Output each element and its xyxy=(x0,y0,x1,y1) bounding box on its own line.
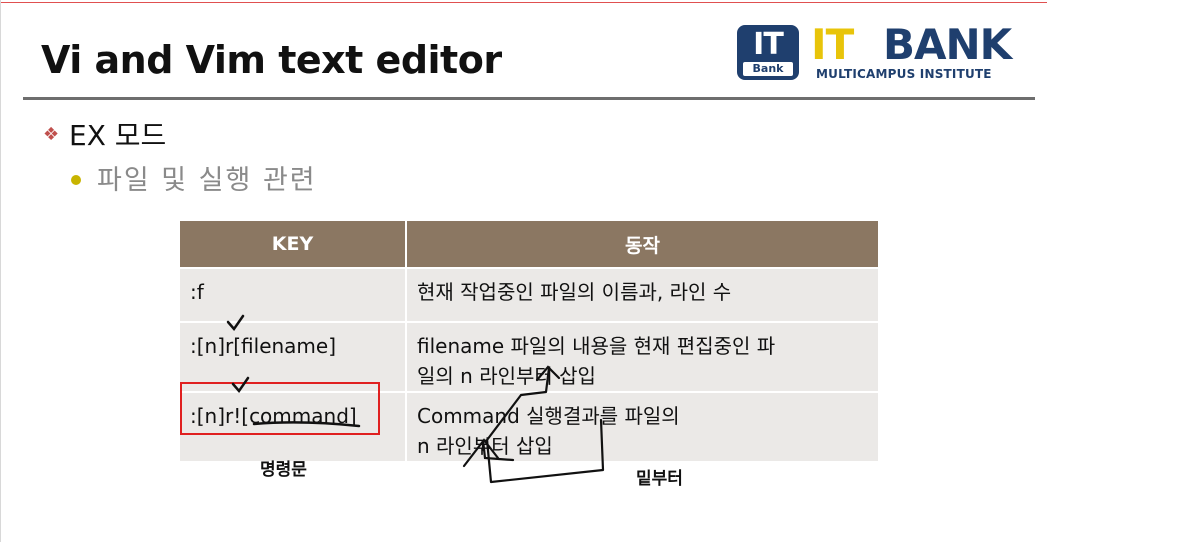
arrow-head-icon xyxy=(462,438,500,468)
annotation-right: 밑부터 xyxy=(636,469,683,489)
bracket-arrow-stroke xyxy=(485,366,605,484)
slide: Vi and Vim text editor IT Bank IT BANK M… xyxy=(0,0,1047,542)
handwritten-annotations xyxy=(226,314,605,484)
annotation-left: 명령문 xyxy=(260,460,307,480)
checkmark-icon xyxy=(231,376,250,394)
underline-stroke xyxy=(252,421,361,428)
checkmark-icon xyxy=(226,314,245,332)
